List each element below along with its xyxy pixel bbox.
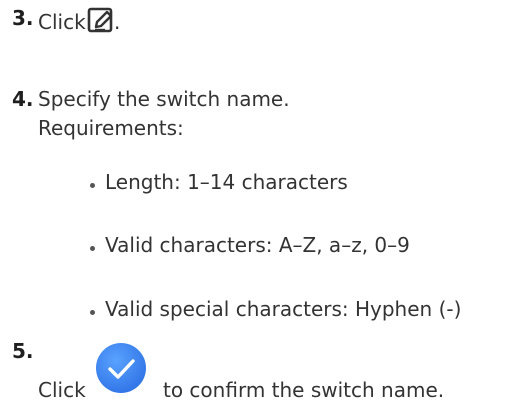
requirements-heading: Requirements: [38, 116, 184, 140]
step-text-period: . [114, 10, 121, 34]
step-number: 4. [12, 87, 34, 111]
bullet-icon [90, 246, 95, 251]
step-number: 3. [12, 6, 34, 30]
requirement-text: Valid special characters: Hyphen (-) [105, 297, 462, 321]
step-number: 5. [12, 339, 34, 363]
check-circle-icon [96, 343, 146, 393]
edit-icon [87, 7, 113, 33]
requirement-text: Valid characters: A–Z, a–z, 0–9 [105, 233, 410, 257]
step-text: Click [38, 10, 86, 34]
step-text: Click [38, 378, 86, 402]
step-instruction: Specify the switch name. [38, 87, 290, 111]
bullet-icon [90, 183, 95, 188]
requirement-text: Length: 1–14 characters [105, 170, 348, 194]
bullet-icon [90, 310, 95, 315]
step-text-confirm: to confirm the switch name. [163, 378, 445, 402]
